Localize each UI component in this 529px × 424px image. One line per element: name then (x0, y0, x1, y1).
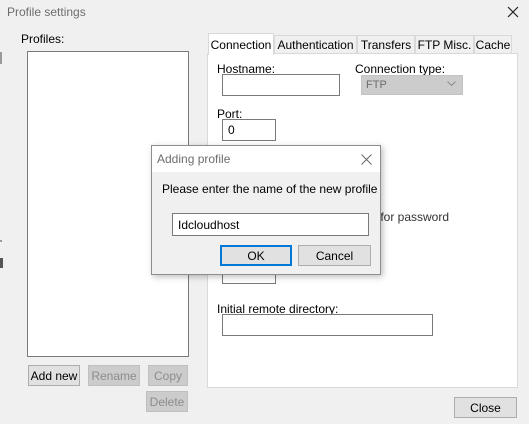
tab-cache[interactable]: Cache (474, 35, 512, 54)
close-icon (360, 153, 372, 165)
connection-type-select[interactable]: FTP (361, 75, 463, 95)
copy-button[interactable]: Copy (148, 365, 188, 386)
ok-button[interactable]: OK (220, 245, 292, 266)
connection-type-label: Connection type: (355, 62, 446, 76)
profile-name-input[interactable]: Idcloudhost (172, 213, 369, 236)
cancel-button[interactable]: Cancel (298, 245, 371, 266)
window-title: Profile settings (7, 5, 86, 19)
tab-authentication[interactable]: Authentication (274, 35, 357, 54)
chevron-down-icon (447, 81, 456, 87)
window-close-button[interactable] (500, 1, 526, 23)
dialog-titlebar: Adding profile (152, 146, 380, 172)
background-window-edge (0, 258, 3, 268)
partial-password-option-text: k for password (371, 210, 450, 224)
initial-remote-directory-input[interactable] (222, 314, 433, 336)
adding-profile-dialog: Adding profile Please enter the name of … (151, 145, 381, 275)
tab-transfers[interactable]: Transfers (357, 35, 415, 54)
tab-ftp-misc[interactable]: FTP Misc. (415, 35, 474, 54)
close-icon (507, 6, 519, 18)
connection-type-value: FTP (366, 79, 387, 91)
delete-button[interactable]: Delete (146, 391, 188, 412)
dialog-title: Adding profile (157, 152, 231, 166)
hostname-input[interactable] (222, 74, 340, 96)
dialog-close-button[interactable] (358, 151, 374, 167)
background-window-edge (0, 240, 2, 242)
background-window-edge (0, 52, 2, 64)
rename-button[interactable]: Rename (88, 365, 140, 386)
profiles-label: Profiles: (21, 32, 65, 46)
port-input[interactable]: 0 (222, 119, 276, 141)
add-new-button[interactable]: Add new (28, 365, 80, 386)
dialog-prompt: Please enter the name of the new profile (162, 182, 378, 196)
tab-connection[interactable]: Connection (208, 33, 274, 55)
close-button[interactable]: Close (454, 397, 517, 418)
